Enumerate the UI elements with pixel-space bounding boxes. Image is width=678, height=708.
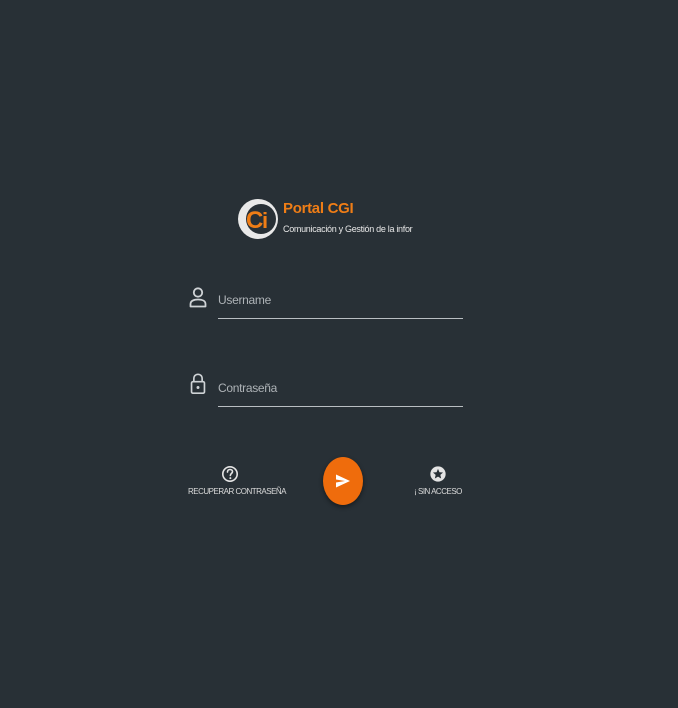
person-icon [189, 287, 207, 308]
password-field [186, 370, 464, 410]
brand-logo: C i Portal CGI Comunicación y Gestión de… [236, 191, 436, 247]
svg-text:i: i [262, 208, 268, 233]
recover-password-button[interactable]: RECUPERAR CONTRASEÑA [188, 465, 287, 496]
username-input[interactable] [218, 282, 463, 319]
no-access-button[interactable]: ¡ SIN ACCESO [410, 465, 466, 496]
lock-icon [190, 373, 206, 395]
cgi-logo-icon: C i [238, 199, 278, 239]
login-submit-button[interactable] [323, 457, 363, 505]
send-arrow-icon [336, 474, 350, 488]
star-circle-icon [430, 466, 446, 482]
password-input[interactable] [218, 370, 463, 407]
recover-password-label: RECUPERAR CONTRASEÑA [188, 487, 287, 496]
login-page: C i Portal CGI Comunicación y Gestión de… [0, 0, 678, 708]
help-circle-icon [221, 465, 239, 483]
brand-subtitle: Comunicación y Gestión de la informació [283, 224, 413, 234]
username-field [186, 282, 464, 322]
brand-title: Portal CGI [283, 200, 354, 217]
no-access-label: ¡ SIN ACCESO [414, 487, 462, 496]
